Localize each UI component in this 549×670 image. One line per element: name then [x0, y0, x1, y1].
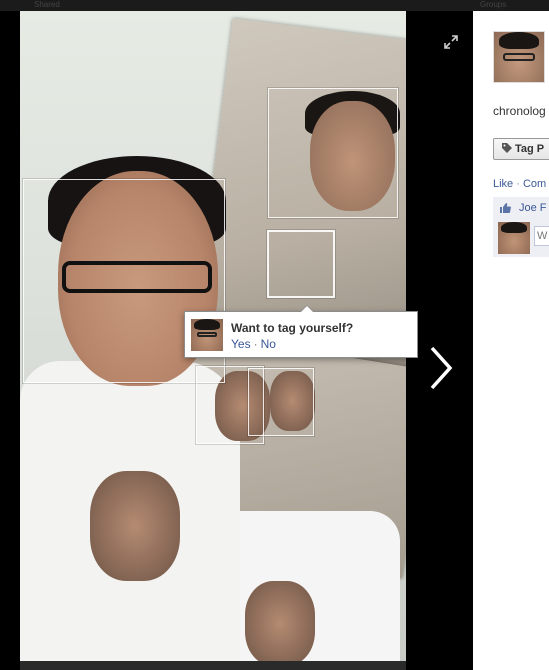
- tag-prompt-actions: Yes · No: [231, 337, 276, 351]
- tag-no-link[interactable]: No: [261, 337, 276, 351]
- next-photo-button[interactable]: [424, 344, 458, 392]
- face-tag-box-selected[interactable]: [267, 230, 335, 298]
- tag-icon: [502, 143, 512, 153]
- likes-box: Joe F W: [493, 197, 549, 257]
- tag-photo-label: Tag P: [515, 143, 545, 155]
- topbar-left-text: Shared: [34, 0, 60, 9]
- separator: ·: [516, 178, 520, 190]
- tag-prompt-question: Want to tag yourself?: [231, 321, 354, 335]
- liker-name-link[interactable]: Joe F: [519, 202, 547, 214]
- topbar-right-text: Groups: [480, 0, 507, 9]
- comment-link[interactable]: Com: [523, 178, 546, 190]
- commenter-avatar: [498, 222, 530, 254]
- face-tag-box[interactable]: [268, 88, 398, 218]
- tag-yes-link[interactable]: Yes: [231, 337, 251, 351]
- like-link[interactable]: Like: [493, 178, 513, 190]
- face-tag-box[interactable]: [248, 368, 314, 436]
- photo-actions: Like · Com: [493, 178, 546, 190]
- photo-caption: chronolog: [493, 104, 546, 118]
- avatar: [191, 319, 223, 351]
- top-bar: Shared Groups: [0, 0, 549, 11]
- expand-icon[interactable]: [444, 35, 458, 49]
- photo-sidebar: chronolog Tag P Like · Com Joe F W: [473, 11, 549, 670]
- chevron-right-icon: [430, 346, 453, 390]
- photo-viewer: Want to tag yourself? Yes · No: [0, 11, 473, 670]
- owner-avatar[interactable]: [493, 31, 545, 83]
- thumbs-up-icon: [500, 203, 511, 213]
- comment-input[interactable]: W: [534, 226, 549, 246]
- tag-photo-button[interactable]: Tag P: [493, 138, 549, 160]
- tag-prompt-popup: Want to tag yourself? Yes · No: [184, 305, 418, 358]
- separator: ·: [253, 337, 258, 351]
